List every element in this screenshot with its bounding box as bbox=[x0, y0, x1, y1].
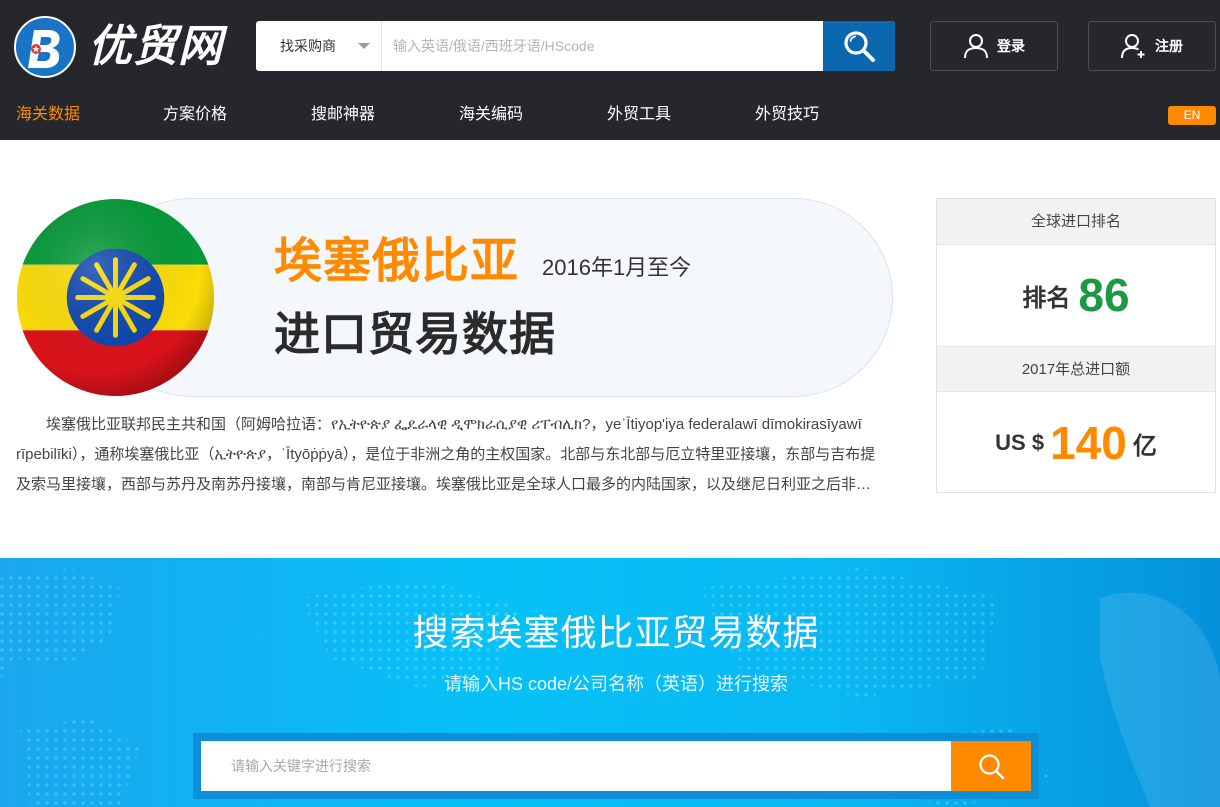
language-switch-button[interactable]: EN bbox=[1168, 106, 1216, 125]
amount-prefix: US $ bbox=[995, 430, 1045, 455]
amount-heading: 2017年总进口额 bbox=[937, 346, 1215, 392]
search-type-select[interactable]: 找采购商 bbox=[256, 21, 382, 71]
register-label: 注册 bbox=[1155, 38, 1183, 54]
ethiopia-flag-icon bbox=[16, 198, 215, 397]
banner-subtitle: 请输入HS code/公司名称（英语）进行搜索 bbox=[443, 674, 789, 694]
banner-search-input[interactable] bbox=[201, 741, 951, 791]
rank-label: 排名 bbox=[1022, 284, 1071, 312]
rank-row: 排名 86 bbox=[937, 245, 1215, 345]
rank-value: 86 bbox=[1078, 269, 1130, 321]
rank-heading: 全球进口排名 bbox=[937, 199, 1215, 245]
nav-item-pricing[interactable]: 方案价格 bbox=[163, 92, 227, 140]
country-intro: 埃塞俄比亚联邦民主共和国（阿姆哈拉语：የኢትዮጵያ ፌዴራላዊ ዲሞክራሲያዊ … bbox=[16, 416, 876, 493]
main-nav: 海关数据 方案价格 搜邮神器 海关编码 外贸工具 外贸技巧 bbox=[0, 92, 1220, 140]
nav-item-customs-data[interactable]: 海关数据 bbox=[16, 92, 80, 140]
site-logo[interactable]: 优贸网 bbox=[14, 16, 239, 78]
search-type-label: 找采购商 bbox=[280, 38, 336, 54]
nav-item-hs-codes[interactable]: 海关编码 bbox=[459, 92, 523, 140]
logo-text: 优贸网 bbox=[88, 21, 223, 72]
search-icon bbox=[844, 31, 875, 62]
add-user-icon bbox=[1121, 34, 1145, 59]
login-button[interactable]: 登录 bbox=[930, 21, 1058, 71]
site-header: 优贸网 找采购商 登录 注册 海关数据 方案 bbox=[0, 0, 1220, 140]
country-name: 埃塞俄比亚 bbox=[274, 235, 520, 288]
stats-panel: 全球进口排名 排名 86 2017年总进口额 US $ 140 亿 bbox=[936, 198, 1216, 493]
amount-value: 140 bbox=[1050, 417, 1127, 469]
user-icon bbox=[964, 34, 988, 59]
nav-item-trade-tools[interactable]: 外贸工具 bbox=[607, 92, 671, 140]
header-search-bar: 找采购商 bbox=[256, 21, 895, 71]
register-button[interactable]: 注册 bbox=[1088, 21, 1216, 71]
date-range: 2016年1月至今 bbox=[542, 255, 692, 280]
amount-unit: 亿 bbox=[1132, 432, 1157, 460]
banner-title: 搜索埃塞俄比亚贸易数据 bbox=[412, 612, 820, 653]
nav-item-email-finder[interactable]: 搜邮神器 bbox=[311, 92, 375, 140]
header-search-input[interactable] bbox=[383, 21, 823, 71]
search-icon bbox=[979, 754, 1005, 780]
hero-subtitle: 进口贸易数据 bbox=[274, 308, 556, 360]
amount-row: US $ 140 亿 bbox=[937, 393, 1215, 493]
logo-b-icon bbox=[14, 16, 76, 78]
header-search-button[interactable] bbox=[823, 21, 895, 71]
banner-search-button[interactable] bbox=[951, 741, 1031, 791]
nav-item-trade-tips[interactable]: 外贸技巧 bbox=[755, 92, 819, 140]
login-label: 登录 bbox=[997, 38, 1025, 54]
banner-search-bar bbox=[193, 733, 1039, 799]
chevron-down-icon bbox=[358, 43, 370, 49]
